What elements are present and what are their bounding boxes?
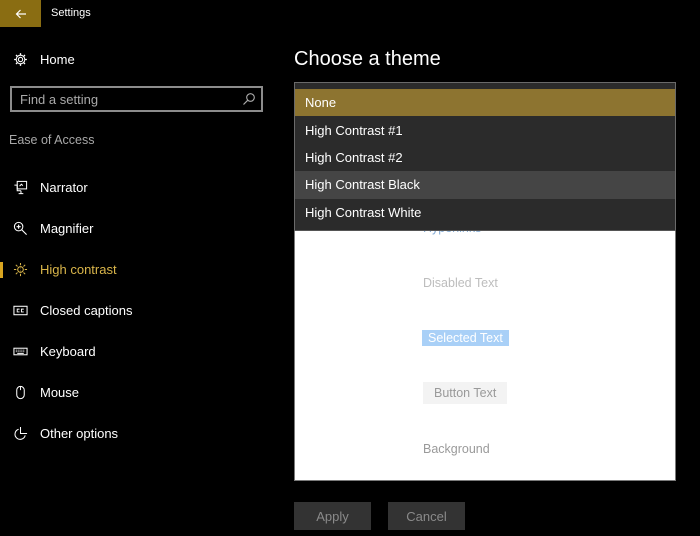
gear-icon	[12, 51, 28, 67]
theme-option-high-contrast-2[interactable]: High Contrast #2	[295, 143, 675, 172]
high-contrast-icon	[12, 262, 28, 278]
narrator-icon	[12, 180, 28, 196]
search-box[interactable]	[10, 86, 263, 112]
apply-button[interactable]: Apply	[294, 502, 371, 530]
sidebar-item-label: Other options	[40, 426, 119, 441]
sidebar-item-label: Mouse	[40, 385, 80, 400]
search-icon[interactable]	[242, 92, 256, 106]
theme-option-none[interactable]: None	[295, 89, 675, 117]
preview-background: Background	[423, 442, 490, 456]
keyboard-icon	[12, 344, 28, 360]
sidebar-item-label: Narrator	[40, 180, 88, 195]
preview-disabled-text: Disabled Text	[423, 276, 498, 290]
back-arrow-icon	[15, 9, 26, 18]
sidebar-item-narrator[interactable]: Narrator	[0, 167, 280, 208]
cancel-button[interactable]: Cancel	[388, 502, 465, 530]
theme-option-high-contrast-white[interactable]: High Contrast White	[295, 198, 675, 226]
page-title: Choose a theme	[294, 48, 441, 70]
sidebar-item-mouse[interactable]: Mouse	[0, 372, 280, 413]
sidebar-item-label: Magnifier	[40, 221, 94, 236]
theme-option-high-contrast-black[interactable]: High Contrast Black	[295, 171, 675, 199]
title-bar: Settings	[0, 0, 700, 27]
sidebar-item-other-options[interactable]: Other options	[0, 413, 280, 454]
sidebar-nav: Narrator Magnifier High contrast Closed …	[0, 167, 280, 454]
closed-captions-icon	[12, 303, 28, 319]
mouse-icon	[12, 385, 28, 401]
sidebar-item-label: Closed captions	[40, 303, 133, 318]
sidebar-item-keyboard[interactable]: Keyboard	[0, 331, 280, 372]
other-options-icon	[12, 426, 28, 442]
sidebar-item-magnifier[interactable]: Magnifier	[0, 208, 280, 249]
preview-selected-text: Selected Text	[422, 330, 509, 346]
sidebar-item-closed-captions[interactable]: Closed captions	[0, 290, 280, 331]
preview-button-text: Button Text	[423, 382, 508, 404]
sidebar-item-high-contrast[interactable]: High contrast	[0, 249, 280, 290]
home-label: Home	[40, 51, 75, 67]
theme-option-high-contrast-1[interactable]: High Contrast #1	[295, 116, 675, 144]
sidebar-item-label: Keyboard	[40, 344, 96, 359]
active-indicator	[0, 262, 3, 278]
magnifier-icon	[12, 221, 28, 237]
back-button[interactable]	[0, 0, 41, 27]
theme-dropdown[interactable]: None High Contrast #1 High Contrast #2 H…	[294, 82, 676, 231]
sidebar-item-label: High contrast	[40, 262, 117, 277]
home-link[interactable]: Home	[12, 50, 75, 68]
section-label: Ease of Access	[9, 133, 95, 147]
app-title: Settings	[51, 7, 91, 19]
search-input[interactable]	[12, 88, 261, 110]
